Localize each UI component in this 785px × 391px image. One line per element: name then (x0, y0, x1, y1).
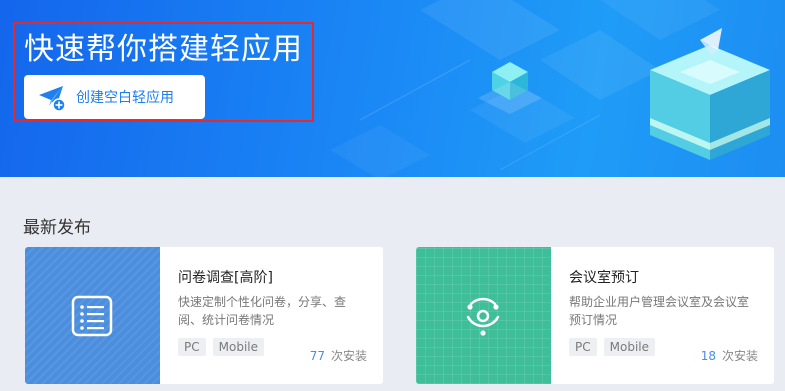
app-description: 快速定制个性化问卷，分享、查阅、统计问卷情况 (178, 295, 347, 327)
install-count-number: 77 (309, 349, 325, 363)
box-graphic (650, 28, 770, 160)
app-card-meeting-room[interactable]: 会议室预订 帮助企业用户管理会议室及会议室预订情况 PC Mobile 18 次安… (416, 247, 774, 384)
install-count-unit: 次安装 (721, 349, 758, 363)
app-tags: PC Mobile (178, 338, 264, 356)
tag-mobile: Mobile (212, 338, 264, 356)
app-name[interactable]: 会议室预订 (569, 267, 639, 287)
app-card-survey[interactable]: 问卷调查[高阶] 快速定制个性化问卷，分享、查阅、统计问卷情况 PC Mobil… (25, 247, 383, 384)
meeting-room-icon (466, 297, 500, 336)
hero-banner: 快速帮你搭建轻应用 创建空白轻应用 (0, 0, 785, 177)
app-tags: PC Mobile (569, 338, 655, 356)
tag-mobile: Mobile (603, 338, 655, 356)
install-count: 77 次安装 (310, 347, 367, 364)
app-description: 帮助企业用户管理会议室及会议室预订情况 (569, 295, 750, 327)
tag-pc: PC (178, 338, 206, 356)
hero-title: 快速帮你搭建轻应用 (24, 32, 303, 67)
tag-pc: PC (569, 338, 597, 356)
survey-list-icon (71, 295, 113, 337)
app-thumbnail (25, 247, 160, 384)
create-blank-app-label: 创建空白轻应用 (76, 90, 174, 106)
install-count-number: 18 (700, 349, 716, 363)
create-blank-app-button[interactable]: 创建空白轻应用 (24, 75, 205, 119)
app-thumbnail (416, 247, 551, 384)
section-title: 最新发布 (23, 218, 91, 238)
paper-plane-add-icon (39, 86, 66, 112)
app-name[interactable]: 问卷调查[高阶] (178, 267, 273, 287)
install-count: 18 次安装 (701, 347, 758, 364)
install-count-unit: 次安装 (330, 349, 367, 363)
